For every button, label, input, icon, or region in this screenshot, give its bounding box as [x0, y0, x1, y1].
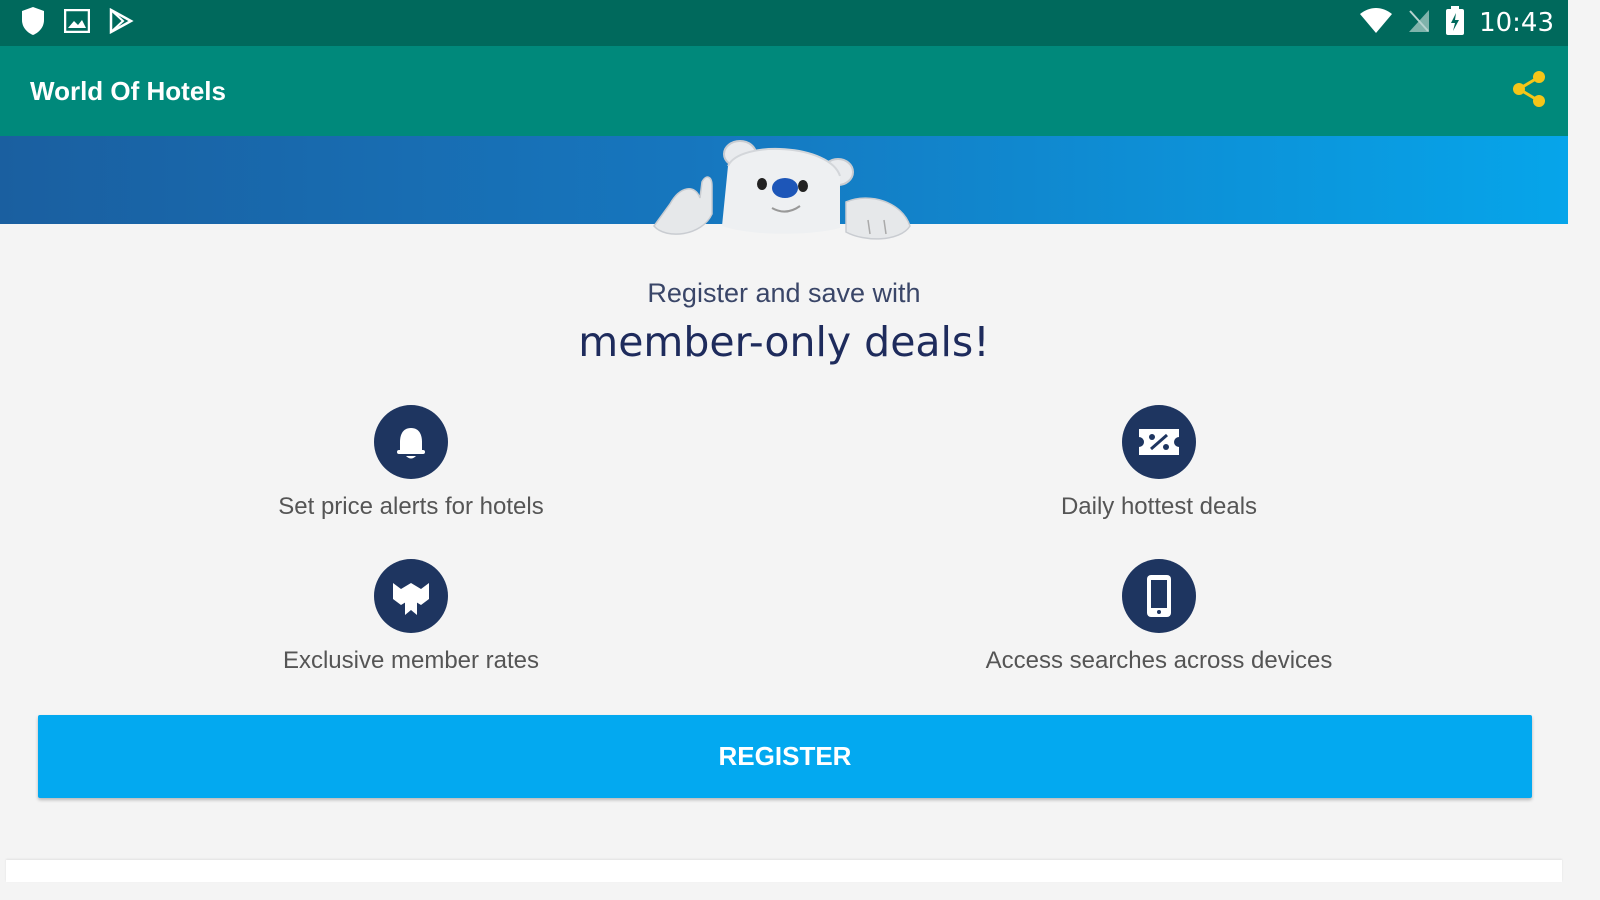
- phone-icon: [1122, 559, 1196, 633]
- clock: 10:43: [1479, 8, 1554, 38]
- bottom-card-edge: [6, 860, 1562, 882]
- feature-hottest-deals: Daily hottest deals: [919, 405, 1399, 521]
- play-store-icon: [108, 7, 134, 39]
- image-icon: [63, 8, 91, 38]
- app-title: World Of Hotels: [30, 75, 226, 106]
- feature-price-alerts: Set price alerts for hotels: [171, 405, 651, 521]
- feature-cross-device: Access searches across devices: [919, 559, 1399, 675]
- feature-label: Set price alerts for hotels: [278, 493, 544, 520]
- feature-label: Access searches across devices: [985, 647, 1333, 674]
- register-button[interactable]: REGISTER: [38, 715, 1532, 798]
- status-bar: 10:43: [0, 0, 1568, 46]
- bell-icon: [374, 405, 448, 479]
- feature-member-rates: Exclusive member rates: [171, 559, 651, 675]
- share-icon[interactable]: [1510, 69, 1548, 114]
- member-badge-icon: [374, 559, 448, 633]
- promo-title: member-only deals!: [578, 318, 990, 366]
- battery-icon: [1445, 5, 1465, 41]
- wifi-icon: [1359, 7, 1393, 39]
- shield-icon: [20, 6, 46, 41]
- discount-ticket-icon: [1122, 405, 1196, 479]
- app-bar: World Of Hotels: [0, 46, 1568, 136]
- polar-bear-mascot: [653, 140, 911, 240]
- feature-label: Exclusive member rates: [282, 647, 540, 674]
- no-signal-icon: [1407, 8, 1431, 39]
- feature-label: Daily hottest deals: [1060, 493, 1258, 520]
- promo-subtitle: Register and save with: [647, 278, 921, 308]
